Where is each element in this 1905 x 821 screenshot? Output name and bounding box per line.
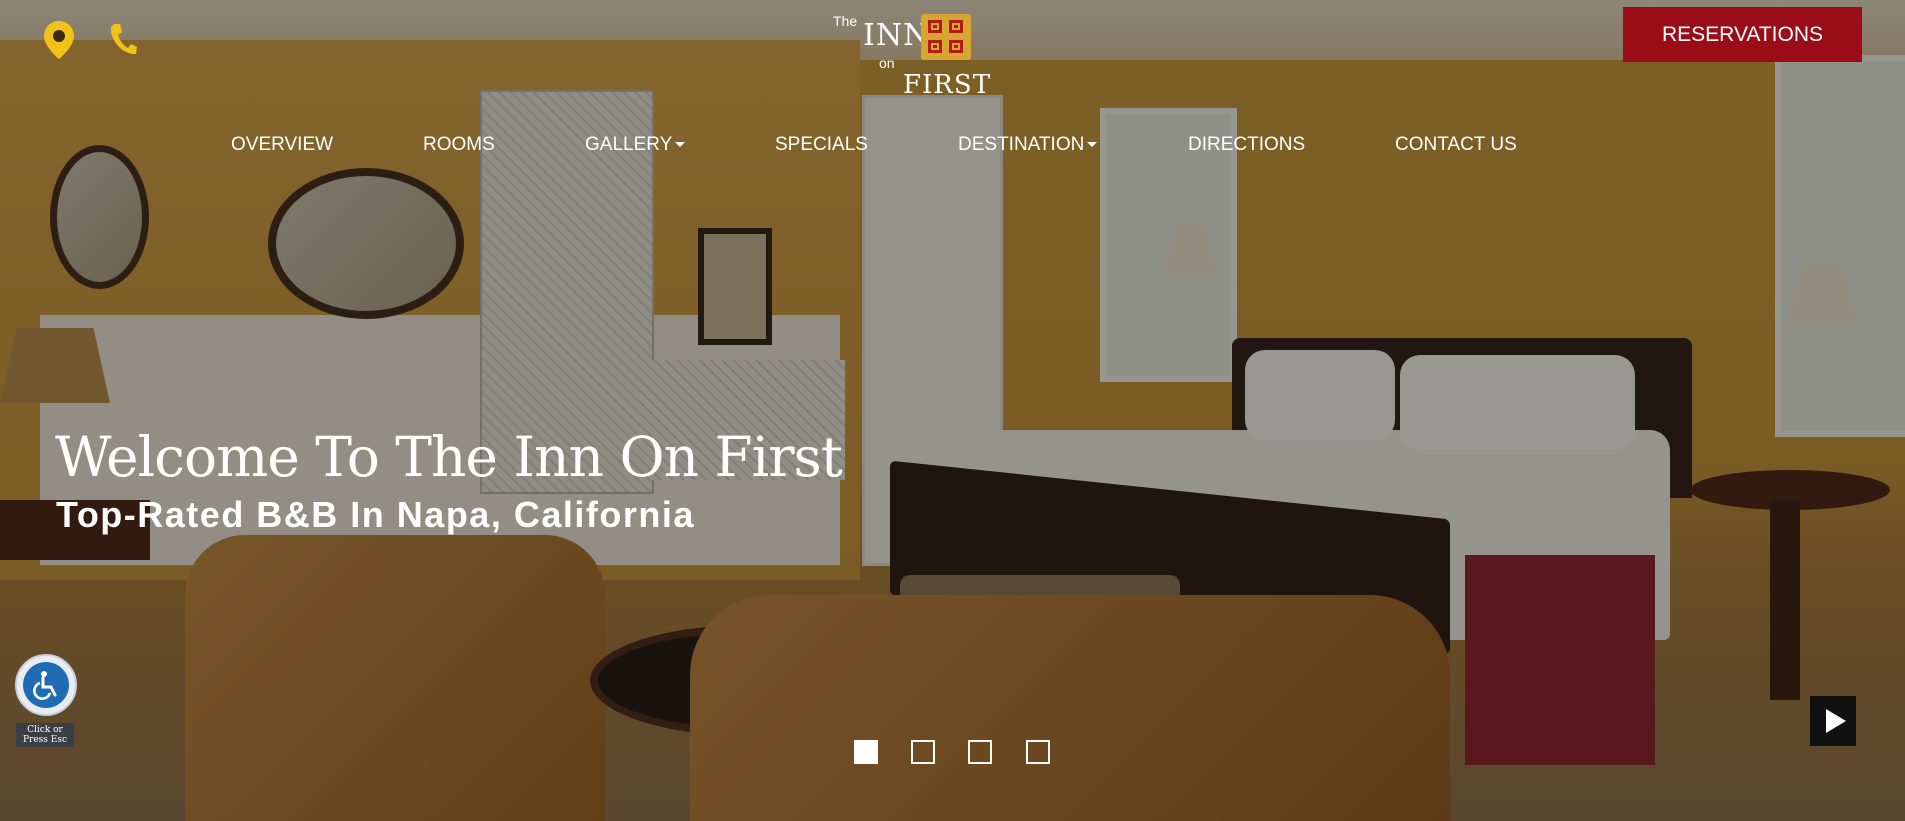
slide-dot-3[interactable] — [968, 740, 992, 764]
accessibility-button[interactable] — [15, 654, 77, 716]
slide-dot-1[interactable] — [854, 740, 878, 764]
logo-first: FIRST — [903, 70, 992, 100]
nav-item-directions[interactable]: DIRECTIONS — [1188, 134, 1305, 156]
hero-title: Welcome To The Inn On First — [55, 425, 843, 489]
logo-mark-icon — [921, 14, 971, 60]
nav-label: DESTINATION — [958, 134, 1085, 155]
logo-on: on — [879, 55, 895, 71]
nav-item-specials[interactable]: SPECIALS — [775, 134, 868, 156]
nav-item-overview[interactable]: OVERVIEW — [231, 134, 333, 156]
caret-down-icon — [675, 142, 686, 148]
nav-label: DIRECTIONS — [1188, 134, 1306, 155]
nav-item-contact-us[interactable]: CONTACT US — [1395, 134, 1517, 156]
nav-item-rooms[interactable]: ROOMS — [423, 134, 495, 156]
main-nav: OVERVIEW ROOMS GALLERY SPECIALS DESTINAT… — [0, 134, 1905, 160]
phone-icon[interactable] — [108, 22, 138, 56]
play-icon[interactable] — [1810, 696, 1856, 746]
inn-on-first-logo[interactable]: The INN on FIRST — [825, 8, 990, 104]
slide-dot-4[interactable] — [1026, 740, 1050, 764]
hero-subtitle: Top-Rated B&B In Napa, California — [56, 494, 695, 535]
reservations-button[interactable]: RESERVATIONS — [1623, 7, 1862, 62]
hero-overlay — [0, 0, 1905, 821]
logo-the: The — [833, 13, 858, 29]
nav-label: GALLERY — [585, 134, 673, 155]
nav-label: OVERVIEW — [231, 134, 334, 155]
nav-label: CONTACT US — [1395, 134, 1517, 155]
caret-down-icon — [1087, 142, 1098, 148]
hero-background — [0, 0, 1905, 821]
slide-dot-2[interactable] — [911, 740, 935, 764]
accessibility-hint: Click or Press Esc — [16, 723, 74, 747]
nav-label: SPECIALS — [775, 134, 868, 155]
wheelchair-icon — [23, 662, 69, 708]
nav-item-gallery[interactable]: GALLERY — [585, 134, 686, 156]
nav-label: ROOMS — [423, 134, 495, 155]
map-pin-icon[interactable] — [42, 20, 76, 60]
nav-item-destination[interactable]: DESTINATION — [958, 134, 1098, 156]
